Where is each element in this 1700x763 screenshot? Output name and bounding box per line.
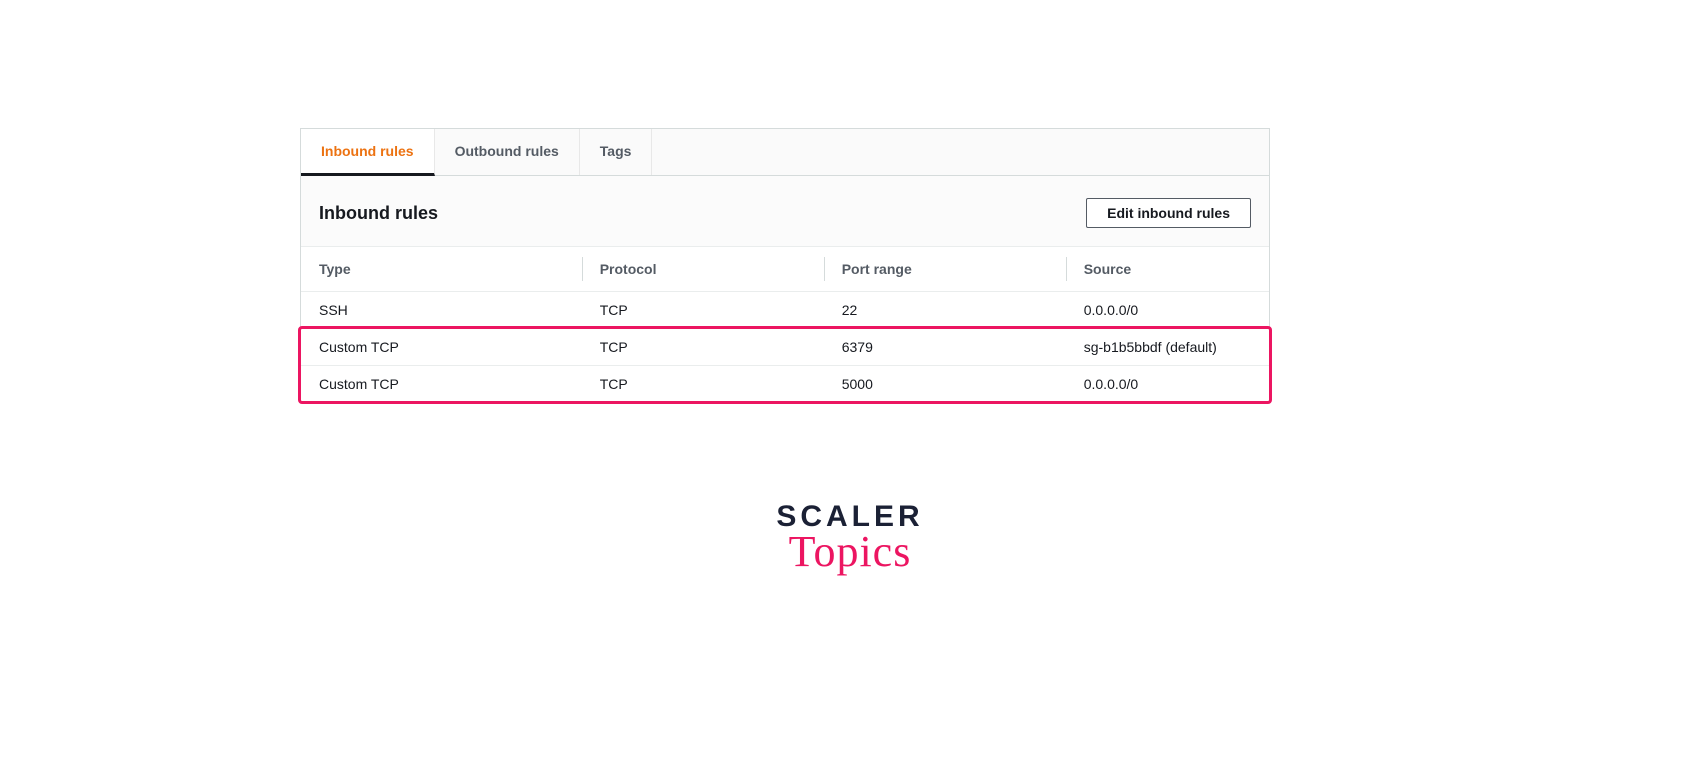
table-row: Custom TCP TCP 5000 0.0.0.0/0	[301, 365, 1269, 402]
col-source: Source	[1066, 247, 1269, 291]
table-row: Custom TCP TCP 6379 sg-b1b5bbdf (default…	[301, 328, 1269, 365]
table-row: SSH TCP 22 0.0.0.0/0	[301, 291, 1269, 328]
logo-sub-text: Topics	[776, 526, 923, 577]
col-protocol: Protocol	[582, 247, 824, 291]
cell-type: Custom TCP	[301, 329, 582, 365]
edit-inbound-rules-button[interactable]: Edit inbound rules	[1086, 198, 1251, 228]
cell-port: 5000	[824, 366, 1066, 402]
cell-type: Custom TCP	[301, 366, 582, 402]
panel-title: Inbound rules	[319, 203, 438, 224]
cell-source: 0.0.0.0/0	[1066, 292, 1269, 328]
tab-outbound-rules[interactable]: Outbound rules	[435, 129, 580, 175]
cell-source: sg-b1b5bbdf (default)	[1066, 329, 1269, 365]
cell-source: 0.0.0.0/0	[1066, 366, 1269, 402]
tab-tags[interactable]: Tags	[580, 129, 653, 175]
cell-protocol: TCP	[582, 366, 824, 402]
scaler-topics-logo: SCALER Topics	[776, 500, 923, 577]
panel-header: Inbound rules Edit inbound rules	[301, 176, 1269, 246]
tab-inbound-rules[interactable]: Inbound rules	[301, 129, 435, 176]
col-port-range: Port range	[824, 247, 1066, 291]
cell-type: SSH	[301, 292, 582, 328]
cell-protocol: TCP	[582, 292, 824, 328]
table-header: Type Protocol Port range Source	[301, 246, 1269, 291]
col-type: Type	[301, 247, 582, 291]
cell-port: 22	[824, 292, 1066, 328]
cell-protocol: TCP	[582, 329, 824, 365]
security-group-panel: Inbound rules Outbound rules Tags Inboun…	[300, 128, 1270, 403]
cell-port: 6379	[824, 329, 1066, 365]
tab-bar: Inbound rules Outbound rules Tags	[301, 129, 1269, 176]
